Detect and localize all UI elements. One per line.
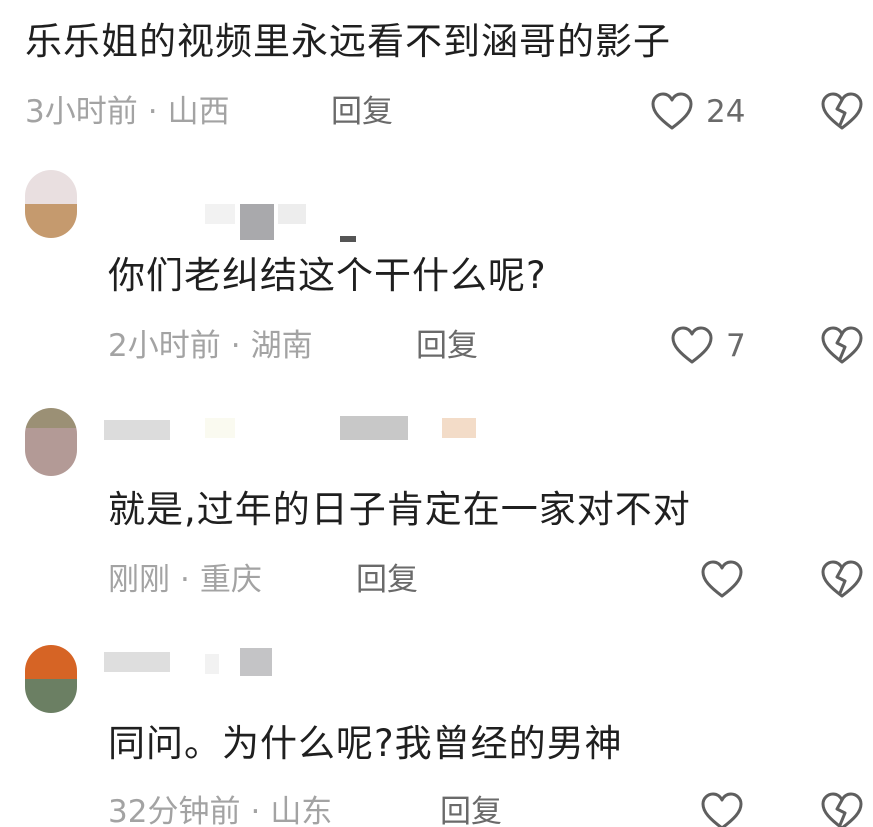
username-masked[interactable] (205, 204, 235, 224)
username-masked (205, 418, 235, 438)
like-count: 24 (706, 94, 746, 130)
broken-heart-icon[interactable] (820, 560, 864, 600)
comment-region: 湖南 (250, 328, 313, 364)
reply-button[interactable]: 回复 (331, 92, 393, 132)
separator: · (147, 94, 158, 130)
reply-button[interactable]: 回复 (356, 560, 418, 600)
reply-button[interactable]: 回复 (440, 792, 502, 827)
username-masked (340, 236, 356, 242)
username-masked (205, 654, 219, 674)
username-masked[interactable] (104, 420, 170, 440)
heart-outline-icon[interactable] (700, 560, 744, 600)
broken-heart-icon[interactable] (820, 326, 864, 366)
comment-text: 乐乐姐的视频里永远看不到涵哥的影子 (25, 20, 671, 63)
username-masked (278, 204, 306, 224)
comment-meta: 3小时前 · 山西 (25, 92, 230, 132)
avatar[interactable] (25, 645, 77, 713)
heart-outline-icon[interactable] (700, 792, 744, 827)
comment-region: 重庆 (199, 562, 262, 598)
comment-meta: 32分钟前 · 山东 (108, 792, 332, 827)
comment-meta: 刚刚 · 重庆 (108, 560, 262, 600)
username-masked (240, 204, 274, 240)
comment-meta: 2小时前 · 湖南 (108, 326, 313, 366)
avatar[interactable] (25, 170, 77, 238)
separator: · (180, 562, 190, 598)
separator: · (230, 328, 241, 364)
comment-time: 3小时前 (25, 94, 138, 130)
comment-time: 2小时前 (108, 328, 221, 364)
separator: · (250, 794, 261, 827)
comment-text: 你们老纠结这个干什么呢? (108, 254, 547, 297)
comment-text: 同问。为什么呢?我曾经的男神 (108, 722, 623, 765)
reply-button[interactable]: 回复 (416, 326, 478, 366)
heart-outline-icon[interactable] (670, 326, 714, 366)
comment-text: 就是,过年的日子肯定在一家对不对 (108, 488, 691, 531)
comment-region: 山东 (270, 794, 333, 827)
username-masked[interactable] (104, 652, 170, 672)
username-masked (340, 416, 408, 440)
broken-heart-icon[interactable] (820, 92, 864, 132)
like-count: 7 (726, 328, 746, 364)
heart-outline-icon[interactable] (650, 92, 694, 132)
comment-time: 32分钟前 (108, 794, 241, 827)
username-masked (240, 648, 272, 676)
broken-heart-icon[interactable] (820, 792, 864, 827)
avatar[interactable] (25, 408, 77, 476)
comment-region: 山西 (167, 94, 230, 130)
username-masked (442, 418, 476, 438)
comment-time: 刚刚 (108, 562, 170, 598)
